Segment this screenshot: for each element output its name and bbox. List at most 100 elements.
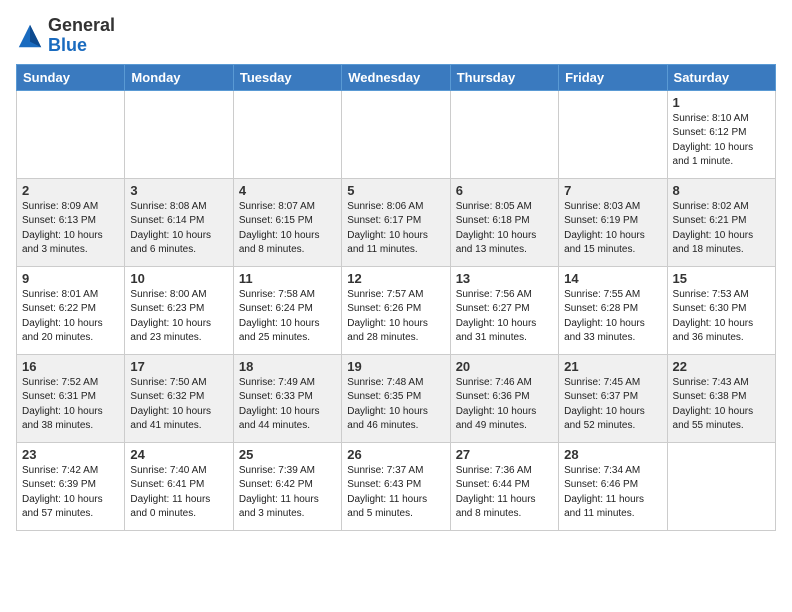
day-number: 12 — [347, 271, 444, 286]
day-info: Sunrise: 8:01 AM Sunset: 6:22 PM Dayligh… — [22, 288, 119, 346]
day-number: 8 — [673, 183, 770, 198]
calendar-cell: 24 Sunrise: 7:40 AM Sunset: 6:41 PM Dayli… — [125, 442, 233, 530]
calendar-cell: 2 Sunrise: 8:09 AM Sunset: 6:13 PM Daylig… — [17, 178, 125, 266]
day-info: Sunrise: 7:34 AM Sunset: 6:46 PM Dayligh… — [564, 464, 661, 522]
day-number: 14 — [564, 271, 661, 286]
day-number: 20 — [456, 359, 553, 374]
day-info: Sunrise: 7:37 AM Sunset: 6:43 PM Dayligh… — [347, 464, 444, 522]
day-info: Sunrise: 8:05 AM Sunset: 6:18 PM Dayligh… — [456, 200, 553, 258]
day-info: Sunrise: 7:53 AM Sunset: 6:30 PM Dayligh… — [673, 288, 770, 346]
calendar-cell: 16 Sunrise: 7:52 AM Sunset: 6:31 PM Dayli… — [17, 354, 125, 442]
day-number: 18 — [239, 359, 336, 374]
calendar-cell: 1 Sunrise: 8:10 AM Sunset: 6:12 PM Daylig… — [667, 90, 775, 178]
day-number: 28 — [564, 447, 661, 462]
calendar-cell: 12 Sunrise: 7:57 AM Sunset: 6:26 PM Dayli… — [342, 266, 450, 354]
day-info: Sunrise: 8:00 AM Sunset: 6:23 PM Dayligh… — [130, 288, 227, 346]
calendar-cell: 15 Sunrise: 7:53 AM Sunset: 6:30 PM Dayli… — [667, 266, 775, 354]
calendar-cell — [17, 90, 125, 178]
day-info: Sunrise: 7:49 AM Sunset: 6:33 PM Dayligh… — [239, 376, 336, 434]
calendar-cell: 5 Sunrise: 8:06 AM Sunset: 6:17 PM Daylig… — [342, 178, 450, 266]
day-info: Sunrise: 7:46 AM Sunset: 6:36 PM Dayligh… — [456, 376, 553, 434]
day-info: Sunrise: 7:40 AM Sunset: 6:41 PM Dayligh… — [130, 464, 227, 522]
day-number: 11 — [239, 271, 336, 286]
day-number: 21 — [564, 359, 661, 374]
day-number: 23 — [22, 447, 119, 462]
calendar-cell — [233, 90, 341, 178]
weekday-header-tuesday: Tuesday — [233, 64, 341, 90]
weekday-header-saturday: Saturday — [667, 64, 775, 90]
day-info: Sunrise: 7:48 AM Sunset: 6:35 PM Dayligh… — [347, 376, 444, 434]
day-number: 19 — [347, 359, 444, 374]
day-info: Sunrise: 8:07 AM Sunset: 6:15 PM Dayligh… — [239, 200, 336, 258]
calendar-cell: 11 Sunrise: 7:58 AM Sunset: 6:24 PM Dayli… — [233, 266, 341, 354]
calendar-cell: 18 Sunrise: 7:49 AM Sunset: 6:33 PM Dayli… — [233, 354, 341, 442]
calendar-cell: 27Sunrise: 7:36 AM Sunset: 6:44 PM Dayli… — [450, 442, 558, 530]
weekday-header-wednesday: Wednesday — [342, 64, 450, 90]
calendar-cell — [125, 90, 233, 178]
calendar-cell: 21 Sunrise: 7:45 AM Sunset: 6:37 PM Dayli… — [559, 354, 667, 442]
day-info: Sunrise: 7:50 AM Sunset: 6:32 PM Dayligh… — [130, 376, 227, 434]
day-number: 13 — [456, 271, 553, 286]
calendar-cell: 28 Sunrise: 7:34 AM Sunset: 6:46 PM Dayli… — [559, 442, 667, 530]
day-number: 15 — [673, 271, 770, 286]
day-number: 17 — [130, 359, 227, 374]
day-number: 10 — [130, 271, 227, 286]
calendar-cell: 23 Sunrise: 7:42 AM Sunset: 6:39 PM Dayli… — [17, 442, 125, 530]
day-info: Sunrise: 8:03 AM Sunset: 6:19 PM Dayligh… — [564, 200, 661, 258]
day-number: 1 — [673, 95, 770, 110]
calendar-cell: 13 Sunrise: 7:56 AM Sunset: 6:27 PM Dayli… — [450, 266, 558, 354]
weekday-header-friday: Friday — [559, 64, 667, 90]
day-info: Sunrise: 8:08 AM Sunset: 6:14 PM Dayligh… — [130, 200, 227, 258]
calendar-cell: 26 Sunrise: 7:37 AM Sunset: 6:43 PM Dayli… — [342, 442, 450, 530]
day-info: Sunrise: 7:55 AM Sunset: 6:28 PM Dayligh… — [564, 288, 661, 346]
calendar-cell: 6 Sunrise: 8:05 AM Sunset: 6:18 PM Daylig… — [450, 178, 558, 266]
calendar-cell: 17 Sunrise: 7:50 AM Sunset: 6:32 PM Dayli… — [125, 354, 233, 442]
page-header: General Blue — [16, 16, 776, 56]
day-info: Sunrise: 7:43 AM Sunset: 6:38 PM Dayligh… — [673, 376, 770, 434]
day-number: 3 — [130, 183, 227, 198]
calendar-cell: 8 Sunrise: 8:02 AM Sunset: 6:21 PM Daylig… — [667, 178, 775, 266]
day-info: Sunrise: 7:56 AM Sunset: 6:27 PM Dayligh… — [456, 288, 553, 346]
calendar-cell: 4 Sunrise: 8:07 AM Sunset: 6:15 PM Daylig… — [233, 178, 341, 266]
calendar-cell — [450, 90, 558, 178]
weekday-header-sunday: Sunday — [17, 64, 125, 90]
day-number: 27 — [456, 447, 553, 462]
day-number: 22 — [673, 359, 770, 374]
day-number: 6 — [456, 183, 553, 198]
day-number: 26 — [347, 447, 444, 462]
weekday-header-thursday: Thursday — [450, 64, 558, 90]
calendar-cell: 19 Sunrise: 7:48 AM Sunset: 6:35 PM Dayli… — [342, 354, 450, 442]
day-number: 2 — [22, 183, 119, 198]
day-info: Sunrise: 8:06 AM Sunset: 6:17 PM Dayligh… — [347, 200, 444, 258]
calendar-cell — [342, 90, 450, 178]
day-info: Sunrise: 7:45 AM Sunset: 6:37 PM Dayligh… — [564, 376, 661, 434]
day-info: Sunrise: 8:09 AM Sunset: 6:13 PM Dayligh… — [22, 200, 119, 258]
calendar-cell: 10 Sunrise: 8:00 AM Sunset: 6:23 PM Dayli… — [125, 266, 233, 354]
calendar-cell: 9 Sunrise: 8:01 AM Sunset: 6:22 PM Daylig… — [17, 266, 125, 354]
day-number: 4 — [239, 183, 336, 198]
calendar-cell: 22 Sunrise: 7:43 AM Sunset: 6:38 PM Dayli… — [667, 354, 775, 442]
calendar-cell — [667, 442, 775, 530]
weekday-header-monday: Monday — [125, 64, 233, 90]
day-info: Sunrise: 8:10 AM Sunset: 6:12 PM Dayligh… — [673, 112, 770, 170]
calendar-cell — [559, 90, 667, 178]
logo: General Blue — [16, 16, 115, 56]
day-number: 7 — [564, 183, 661, 198]
day-info: Sunrise: 8:02 AM Sunset: 6:21 PM Dayligh… — [673, 200, 770, 258]
day-number: 16 — [22, 359, 119, 374]
calendar-cell: 25Sunrise: 7:39 AM Sunset: 6:42 PM Dayli… — [233, 442, 341, 530]
day-info: Sunrise: 7:42 AM Sunset: 6:39 PM Dayligh… — [22, 464, 119, 522]
day-info: Sunrise: 7:52 AM Sunset: 6:31 PM Dayligh… — [22, 376, 119, 434]
calendar-cell: 14 Sunrise: 7:55 AM Sunset: 6:28 PM Dayli… — [559, 266, 667, 354]
day-number: 24 — [130, 447, 227, 462]
day-number: 9 — [22, 271, 119, 286]
day-info: Sunrise: 7:57 AM Sunset: 6:26 PM Dayligh… — [347, 288, 444, 346]
logo-text: General Blue — [48, 16, 115, 56]
day-number: 5 — [347, 183, 444, 198]
day-info: Sunrise: 7:58 AM Sunset: 6:24 PM Dayligh… — [239, 288, 336, 346]
calendar-cell: 20 Sunrise: 7:46 AM Sunset: 6:36 PM Dayli… — [450, 354, 558, 442]
day-number: 25 — [239, 447, 336, 462]
calendar-cell: 7 Sunrise: 8:03 AM Sunset: 6:19 PM Daylig… — [559, 178, 667, 266]
calendar-table: SundayMondayTuesdayWednesdayThursdayFrid… — [16, 64, 776, 531]
calendar-cell: 3 Sunrise: 8:08 AM Sunset: 6:14 PM Daylig… — [125, 178, 233, 266]
